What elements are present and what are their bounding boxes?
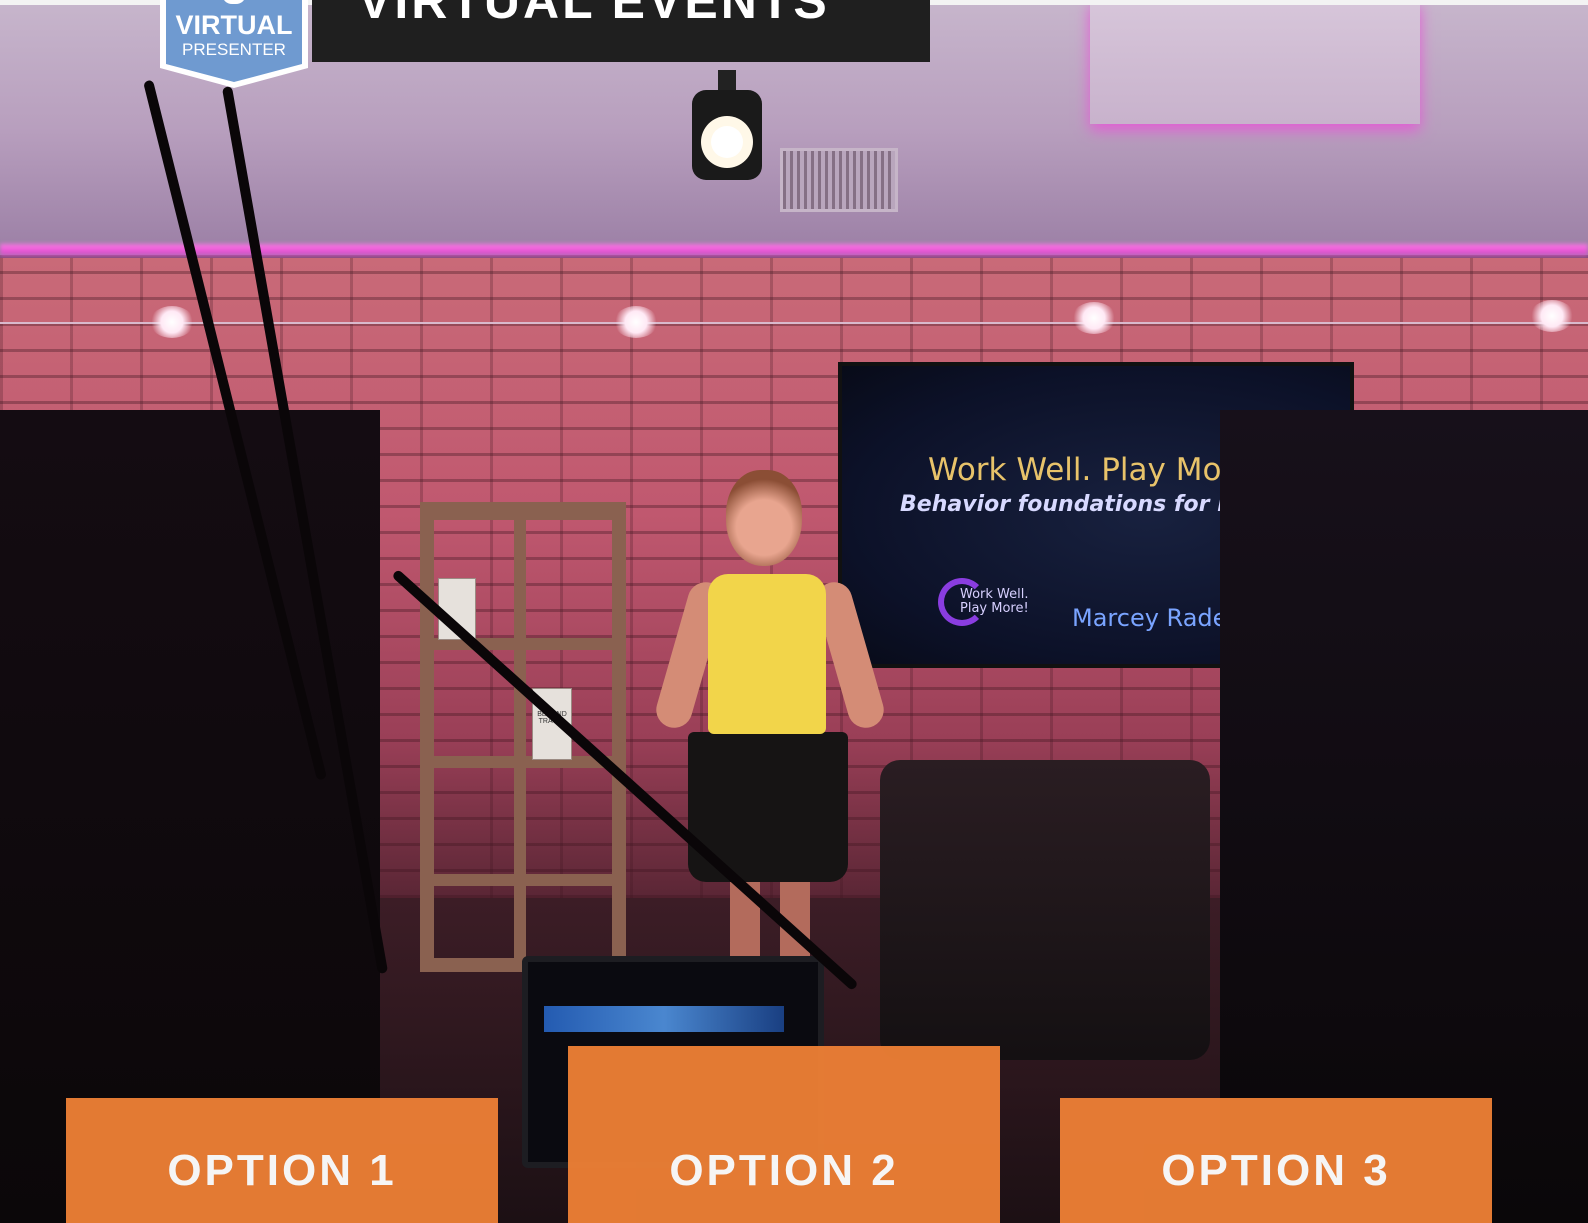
screen-title: Work Well. Play Mor bbox=[928, 452, 1235, 488]
option-3-button[interactable]: OPTION 3 bbox=[1060, 1098, 1492, 1223]
logo-line2: Play More! bbox=[960, 601, 1029, 616]
wall-light bbox=[1072, 302, 1116, 334]
neon-light-strip bbox=[0, 244, 1588, 258]
presenter bbox=[652, 470, 888, 960]
option-2-label: OPTION 2 bbox=[669, 1146, 899, 1195]
option-3-label: OPTION 3 bbox=[1161, 1146, 1391, 1195]
ceiling-vent bbox=[780, 148, 898, 212]
light-track bbox=[0, 322, 1588, 324]
spotlight-icon bbox=[692, 70, 762, 180]
badge-line2: PRESENTER bbox=[182, 40, 286, 59]
marcey-logo: Marcey Rade bbox=[1072, 604, 1228, 632]
option-2-button[interactable]: OPTION 2 bbox=[568, 1046, 1000, 1223]
header-banner: VIRTUAL EVENTS bbox=[312, 0, 930, 62]
badge-line1: VIRTUAL bbox=[175, 10, 293, 40]
option-1-label: OPTION 1 bbox=[167, 1146, 397, 1195]
page-title: VIRTUAL EVENTS bbox=[358, 0, 830, 29]
virtual-presenter-badge: VIRTUAL PRESENTER bbox=[158, 0, 310, 88]
wall-light bbox=[614, 306, 658, 338]
wall-light bbox=[150, 306, 194, 338]
bookshelf: BEYOND TRAVEL bbox=[420, 502, 626, 972]
logo-line1: Work Well. bbox=[960, 587, 1029, 602]
wall-light bbox=[1530, 300, 1574, 332]
ceiling-fixture bbox=[1090, 0, 1420, 124]
option-1-button[interactable]: OPTION 1 bbox=[66, 1098, 498, 1223]
studio-photo: Work Well. Play Mor Behavior foundations… bbox=[0, 0, 1588, 1223]
video-camera bbox=[880, 760, 1210, 1060]
